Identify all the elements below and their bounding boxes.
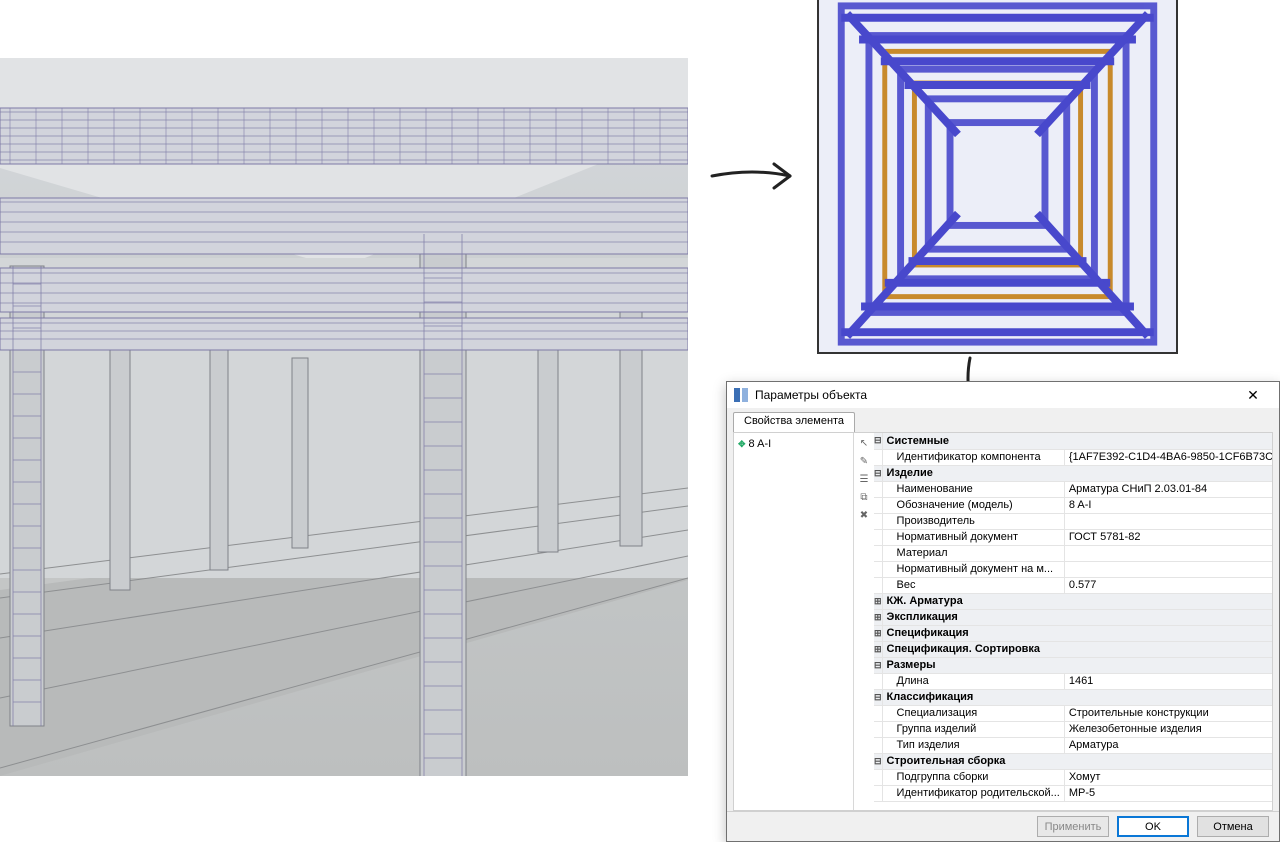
group-dimensions[interactable]: Размеры bbox=[882, 657, 1272, 673]
group-explication[interactable]: Экспликация bbox=[882, 609, 1272, 625]
move-icon: ✥ bbox=[738, 439, 746, 450]
group-system[interactable]: Системные bbox=[882, 433, 1272, 449]
cancel-button[interactable]: Отмена bbox=[1197, 816, 1269, 837]
dialog-title: Параметры объекта bbox=[755, 382, 1233, 408]
value-model[interactable]: 8 A-I bbox=[1064, 497, 1272, 513]
value-manufacturer[interactable] bbox=[1064, 513, 1272, 529]
apply-button[interactable]: Применить bbox=[1037, 816, 1109, 837]
viewport-detail-3d[interactable] bbox=[817, 0, 1178, 354]
object-parameters-dialog: Параметры объекта ✕ Свойства элемента ✥ … bbox=[726, 381, 1280, 842]
value-name[interactable]: Арматура СНиП 2.03.01-84 bbox=[1064, 481, 1272, 497]
group-spec-sort[interactable]: Спецификация. Сортировка bbox=[882, 641, 1272, 657]
value-subassembly[interactable]: Хомут bbox=[1064, 769, 1272, 785]
value-type[interactable]: Арматура bbox=[1064, 737, 1272, 753]
tree-item-label: 8 A-I bbox=[749, 438, 772, 450]
value-length[interactable]: 1461 bbox=[1064, 673, 1272, 689]
value-group[interactable]: Железобетонные изделия bbox=[1064, 721, 1272, 737]
value-normdoc-m[interactable] bbox=[1064, 561, 1272, 577]
value-weight[interactable]: 0.577 bbox=[1064, 577, 1272, 593]
tool-pointer-icon[interactable]: ↖ bbox=[856, 435, 872, 451]
tool-tree-icon[interactable]: ☰ bbox=[856, 471, 872, 487]
group-product[interactable]: Изделие bbox=[882, 465, 1272, 481]
arrow-right-icon bbox=[708, 146, 808, 206]
ok-button[interactable]: OK bbox=[1117, 816, 1189, 837]
group-assembly[interactable]: Строительная сборка bbox=[882, 753, 1272, 769]
tool-delete-icon[interactable]: ✖ bbox=[856, 507, 872, 523]
tool-column-left: ↖ ✎ ☰ ⧉ ✖ bbox=[854, 433, 874, 810]
tree-pane[interactable]: ✥ 8 A-I bbox=[734, 433, 854, 810]
property-grid[interactable]: ⊟Системные Идентификатор компонента{1AF7… bbox=[874, 433, 1272, 810]
close-button[interactable]: ✕ bbox=[1233, 382, 1273, 408]
app-icon bbox=[733, 387, 749, 403]
value-component-id[interactable]: {1AF7E392-C1D4-4BA6-9850-1CF6B73CDD0D} bbox=[1064, 449, 1272, 465]
tool-copy-icon[interactable]: ⧉ bbox=[856, 489, 872, 505]
value-specialization[interactable]: Строительные конструкции bbox=[1064, 705, 1272, 721]
tree-item-root[interactable]: ✥ 8 A-I bbox=[736, 437, 851, 451]
value-normdoc[interactable]: ГОСТ 5781-82 bbox=[1064, 529, 1272, 545]
viewport-main-3d[interactable] bbox=[0, 58, 688, 776]
group-spec[interactable]: Спецификация bbox=[882, 625, 1272, 641]
tool-wand-icon[interactable]: ✎ bbox=[856, 453, 872, 469]
tab-element-properties[interactable]: Свойства элемента bbox=[733, 412, 855, 432]
value-material[interactable] bbox=[1064, 545, 1272, 561]
group-classification[interactable]: Классификация bbox=[882, 689, 1272, 705]
value-parent-id[interactable]: МР-5 bbox=[1064, 785, 1272, 801]
group-rebar[interactable]: КЖ. Аpматуpа bbox=[882, 593, 1272, 609]
